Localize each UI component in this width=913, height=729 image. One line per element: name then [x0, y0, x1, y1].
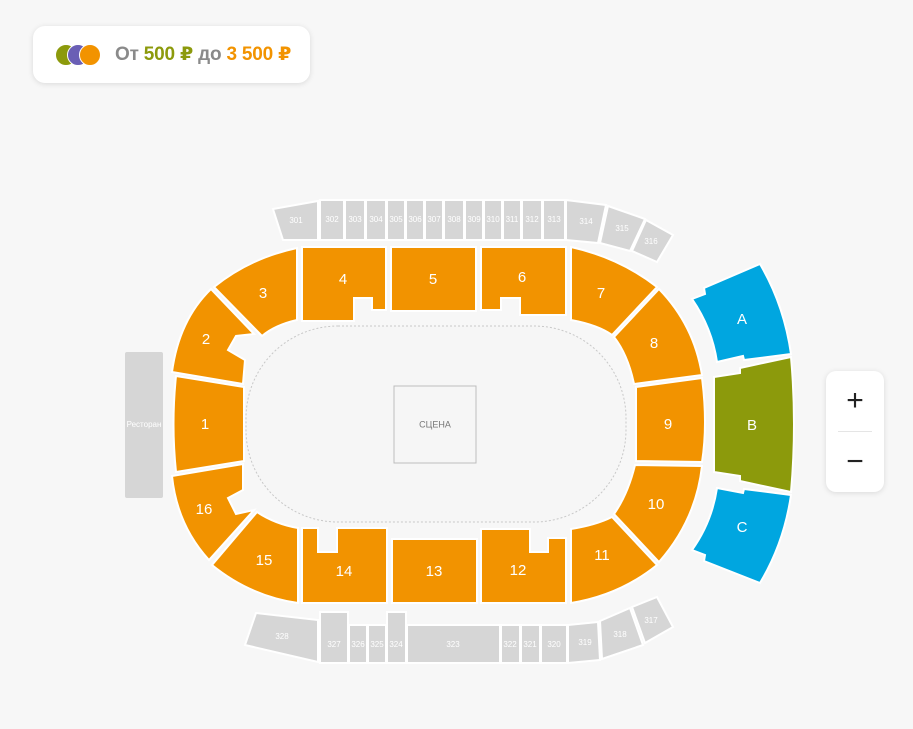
zoom-controls: + − — [826, 371, 884, 492]
label-306: 306 — [408, 215, 422, 224]
label-307: 307 — [427, 215, 441, 224]
stage-label: СЦЕНА — [419, 419, 451, 429]
label-315: 315 — [615, 224, 629, 233]
label-317: 317 — [644, 616, 658, 625]
label-323: 323 — [446, 640, 460, 649]
label-7: 7 — [597, 285, 605, 302]
restaurant-label: Ресторан — [127, 420, 162, 429]
label-314: 314 — [579, 217, 593, 226]
label-303: 303 — [348, 215, 362, 224]
label-316: 316 — [644, 237, 658, 246]
label-321: 321 — [523, 640, 537, 649]
label-328: 328 — [275, 632, 289, 641]
zoom-out-button[interactable]: − — [826, 432, 884, 492]
label-309: 309 — [467, 215, 481, 224]
label-320: 320 — [547, 640, 561, 649]
arena-floor: СЦЕНА — [245, 325, 627, 523]
label-15: 15 — [256, 552, 273, 569]
section-324[interactable] — [386, 611, 407, 664]
label-302: 302 — [325, 215, 339, 224]
zoom-in-button[interactable]: + — [826, 371, 884, 431]
label-324: 324 — [389, 640, 403, 649]
label-a: A — [737, 311, 747, 328]
label-1: 1 — [201, 416, 209, 433]
label-327: 327 — [327, 640, 341, 649]
label-10: 10 — [648, 496, 665, 513]
label-304: 304 — [369, 215, 383, 224]
label-318: 318 — [613, 630, 627, 639]
label-6: 6 — [518, 269, 526, 286]
seat-map: Ресторан 301 302 303 304 305 306 307 308… — [125, 198, 795, 665]
label-5: 5 — [429, 271, 437, 288]
label-322: 322 — [503, 640, 517, 649]
label-310: 310 — [486, 215, 500, 224]
upper-tier-bottom: 328 327 326 325 324 323 322 321 320 319 … — [243, 595, 675, 665]
label-308: 308 — [447, 215, 461, 224]
label-c: C — [737, 519, 748, 536]
label-2: 2 — [202, 331, 210, 348]
label-12: 12 — [510, 562, 527, 579]
label-312: 312 — [525, 215, 539, 224]
vip-sectors: A B C — [690, 262, 795, 585]
label-325: 325 — [370, 640, 384, 649]
label-b: B — [747, 417, 757, 434]
label-301: 301 — [289, 216, 303, 225]
section-327[interactable] — [319, 611, 349, 664]
label-14: 14 — [336, 563, 353, 580]
label-8: 8 — [650, 335, 658, 352]
label-311: 311 — [506, 215, 519, 224]
label-319: 319 — [578, 638, 592, 647]
label-4: 4 — [339, 271, 347, 288]
label-9: 9 — [664, 416, 672, 433]
label-11: 11 — [594, 547, 610, 564]
label-326: 326 — [351, 640, 365, 649]
label-305: 305 — [389, 215, 403, 224]
label-3: 3 — [259, 285, 267, 302]
label-13: 13 — [426, 563, 443, 580]
restaurant-area: Ресторан — [125, 352, 163, 498]
label-16: 16 — [196, 501, 213, 518]
label-313: 313 — [547, 215, 561, 224]
